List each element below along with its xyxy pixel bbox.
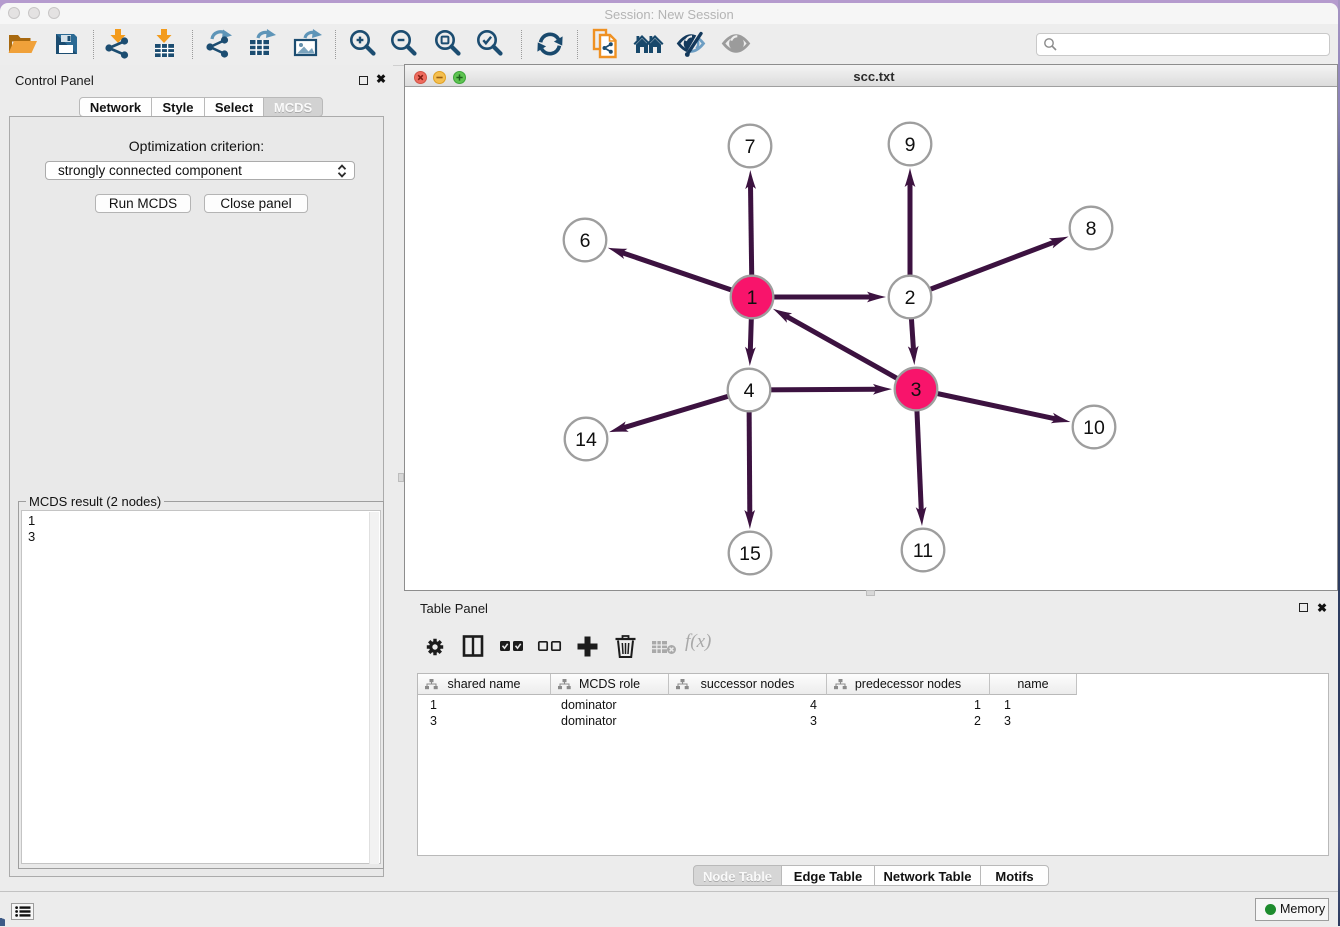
svg-text:10: 10: [1083, 417, 1105, 439]
svg-text:8: 8: [1086, 218, 1097, 240]
svg-text:7: 7: [745, 136, 756, 158]
svg-text:15: 15: [739, 543, 761, 565]
svg-text:11: 11: [913, 540, 933, 562]
svg-text:1: 1: [747, 287, 758, 309]
svg-text:4: 4: [744, 380, 755, 402]
svg-text:6: 6: [580, 230, 591, 252]
svg-text:3: 3: [911, 379, 922, 401]
svg-text:9: 9: [905, 134, 916, 156]
svg-text:14: 14: [575, 429, 597, 451]
svg-text:2: 2: [905, 287, 916, 309]
